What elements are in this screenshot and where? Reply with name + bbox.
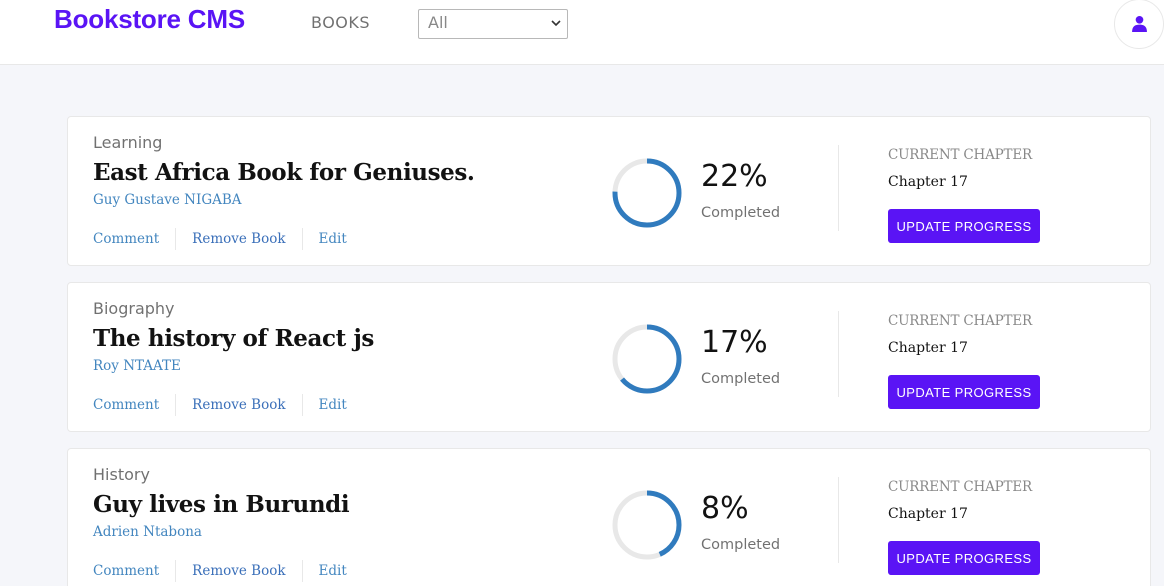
current-chapter-value: Chapter 17 bbox=[888, 340, 968, 356]
progress-completed-label: Completed bbox=[701, 537, 781, 553]
brand-title[interactable]: Bookstore CMS bbox=[54, 4, 245, 35]
app-header: Bookstore CMS BOOKS All bbox=[0, 0, 1164, 65]
update-progress-button[interactable]: UPDATE PROGRESS bbox=[888, 541, 1040, 575]
progress-completed-label: Completed bbox=[701, 205, 781, 221]
book-card: Learning East Africa Book for Geniuses. … bbox=[67, 116, 1151, 266]
comment-button[interactable]: Comment bbox=[93, 393, 175, 417]
book-title: The history of React js bbox=[93, 325, 374, 352]
edit-button[interactable]: Edit bbox=[303, 227, 363, 251]
category-select[interactable]: All bbox=[418, 9, 568, 39]
book-author[interactable]: Adrien Ntabona bbox=[93, 524, 202, 540]
remove-book-button[interactable]: Remove Book bbox=[176, 559, 301, 583]
edit-button[interactable]: Edit bbox=[303, 559, 363, 583]
current-chapter-value: Chapter 17 bbox=[888, 506, 968, 522]
book-genre: Biography bbox=[93, 299, 175, 318]
comment-button[interactable]: Comment bbox=[93, 227, 175, 251]
progress-ring bbox=[612, 158, 682, 228]
progress-completed-label: Completed bbox=[701, 371, 781, 387]
current-chapter-label: CURRENT CHAPTER bbox=[888, 313, 1032, 329]
category-select-value: All bbox=[428, 13, 448, 32]
section-divider bbox=[838, 145, 839, 231]
progress-percent: 8% bbox=[701, 491, 749, 526]
progress-ring bbox=[612, 490, 682, 560]
update-progress-button[interactable]: UPDATE PROGRESS bbox=[888, 209, 1040, 243]
book-actions: Comment Remove Book Edit bbox=[93, 393, 363, 417]
current-chapter-label: CURRENT CHAPTER bbox=[888, 479, 1032, 495]
nav-link-books[interactable]: BOOKS bbox=[311, 13, 370, 32]
edit-button[interactable]: Edit bbox=[303, 393, 363, 417]
book-genre: Learning bbox=[93, 133, 163, 152]
book-author[interactable]: Roy NTAATE bbox=[93, 358, 181, 374]
book-genre: History bbox=[93, 465, 150, 484]
update-progress-button[interactable]: UPDATE PROGRESS bbox=[888, 375, 1040, 409]
remove-book-button[interactable]: Remove Book bbox=[176, 227, 301, 251]
progress-percent: 17% bbox=[701, 325, 768, 360]
user-icon bbox=[1132, 15, 1147, 32]
progress-percent: 22% bbox=[701, 159, 768, 194]
current-chapter-label: CURRENT CHAPTER bbox=[888, 147, 1032, 163]
section-divider bbox=[838, 311, 839, 397]
comment-button[interactable]: Comment bbox=[93, 559, 175, 583]
book-actions: Comment Remove Book Edit bbox=[93, 227, 363, 251]
book-card: Biography The history of React js Roy NT… bbox=[67, 282, 1151, 432]
progress-ring bbox=[612, 324, 682, 394]
book-card: History Guy lives in Burundi Adrien Ntab… bbox=[67, 448, 1151, 586]
current-chapter-value: Chapter 17 bbox=[888, 174, 968, 190]
user-profile-button[interactable] bbox=[1114, 0, 1164, 49]
book-title: Guy lives in Burundi bbox=[93, 491, 350, 518]
book-title: East Africa Book for Geniuses. bbox=[93, 159, 475, 186]
book-actions: Comment Remove Book Edit bbox=[93, 559, 363, 583]
remove-book-button[interactable]: Remove Book bbox=[176, 393, 301, 417]
chevron-down-icon bbox=[551, 20, 561, 27]
section-divider bbox=[838, 477, 839, 563]
book-author[interactable]: Guy Gustave NIGABA bbox=[93, 192, 242, 208]
